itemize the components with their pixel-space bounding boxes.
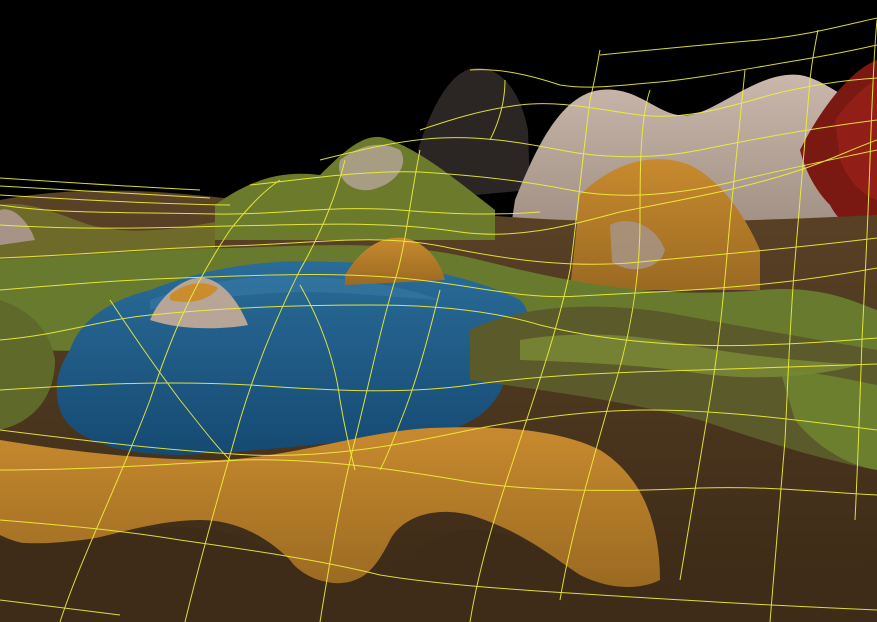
terrain-scene[interactable] — [0, 0, 877, 622]
terrain-viewport[interactable] — [0, 0, 877, 622]
